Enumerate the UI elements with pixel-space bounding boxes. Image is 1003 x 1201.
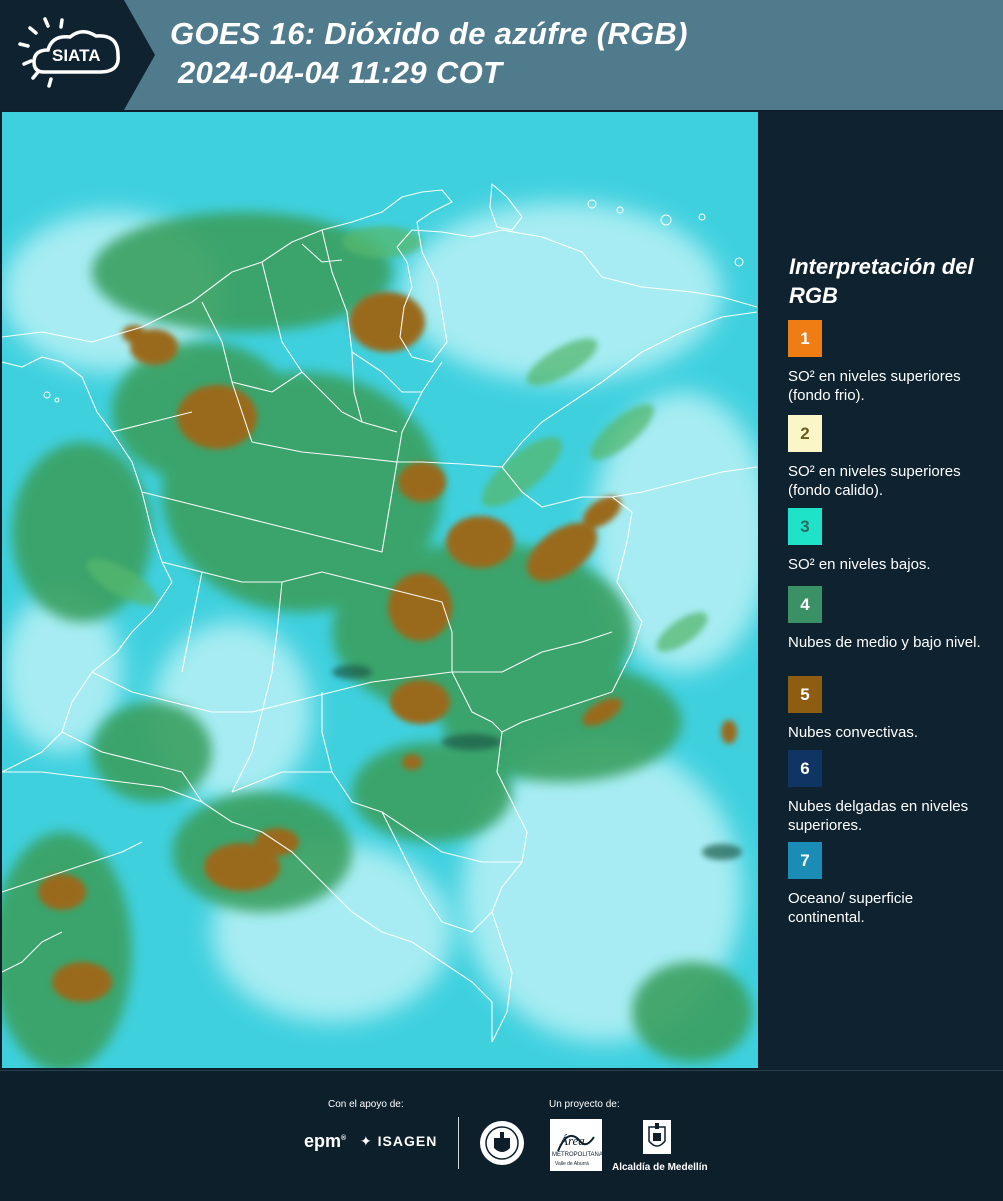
medellin-seal-logo	[478, 1118, 526, 1173]
legend-swatch-5: 5	[788, 676, 822, 713]
legend-number-7: 7	[800, 850, 810, 870]
legend-item-2: 2 SO² en niveles superiores (fondo calid…	[788, 415, 993, 500]
legend-panel: Interpretación del RGB 1 SO² en niveles …	[760, 112, 1003, 1070]
legend-item-7: 7 Oceano/ superficie continental.	[788, 842, 993, 927]
legend-swatch-3: 3	[788, 508, 822, 545]
legend-number-2: 2	[800, 423, 810, 443]
legend-text-7: Oceano/ superficie continental.	[788, 890, 914, 926]
satellite-map[interactable]	[2, 112, 758, 1068]
alcaldia-crest-icon	[643, 1120, 671, 1154]
isagen-logo-text: ISAGEN	[377, 1133, 438, 1149]
epm-logo: epm®	[304, 1131, 347, 1151]
legend-number-6: 6	[800, 758, 810, 778]
timestamp: 2024-04-04 11:29 COT	[178, 55, 503, 90]
legend-number-3: 3	[800, 516, 810, 536]
legend-item-3: 3 SO² en niveles bajos.	[788, 508, 993, 593]
legend-number-5: 5	[800, 684, 810, 704]
legend-swatch-1: 1	[788, 320, 822, 357]
satellite-map-image	[2, 112, 758, 1068]
footer-bar: Con el apoyo de: Un proyecto de: epm® ✦ …	[0, 1070, 1003, 1201]
legend-swatch-6: 6	[788, 750, 822, 787]
epm-logo-text: epm	[304, 1131, 342, 1151]
legend-text-4: Nubes de medio y bajo nivel.	[788, 634, 981, 651]
isagen-star-icon: ✦	[360, 1133, 373, 1149]
legend-number-4: 4	[800, 594, 810, 614]
area-sub: METROPOLITANA	[552, 1152, 603, 1158]
footer-divider	[458, 1117, 459, 1169]
page-title: GOES 16: Dióxido de azúfre (RGB)	[170, 16, 688, 51]
support-label: Con el apoyo de:	[328, 1099, 404, 1110]
legend-swatch-7: 7	[788, 842, 822, 879]
legend-text-2: SO² en niveles superiores (fondo calido)…	[788, 463, 961, 499]
area-metropolitana-logo: Área METROPOLITANA Valle de Aburrá	[550, 1119, 603, 1176]
project-label: Un proyecto de:	[549, 1099, 620, 1110]
legend-swatch-2: 2	[788, 415, 822, 452]
alcaldia-text: Alcaldía de Medellín	[612, 1162, 708, 1173]
legend-number-1: 1	[800, 328, 810, 348]
isagen-logo: ✦ ISAGEN	[360, 1133, 437, 1150]
legend-item-1: 1 SO² en niveles superiores (fondo frio)…	[788, 320, 993, 405]
siata-logo-text: SIATA	[52, 46, 101, 65]
legend-item-6: 6 Nubes delgadas en niveles superiores.	[788, 750, 993, 835]
header-bar: SIATA GOES 16: Dióxido de azúfre (RGB) 2…	[0, 0, 1003, 110]
area-name: Área	[560, 1133, 585, 1148]
legend-text-1: SO² en niveles superiores (fondo frio).	[788, 368, 961, 404]
legend-item-5: 5 Nubes convectivas.	[788, 676, 993, 761]
siata-logo: SIATA	[0, 0, 155, 110]
legend-swatch-4: 4	[788, 586, 822, 623]
alcaldia-logo: Alcaldía de Medellín	[612, 1119, 708, 1173]
legend-item-4: 4 Nubes de medio y bajo nivel.	[788, 586, 993, 671]
legend-text-6: Nubes delgadas en niveles superiores.	[788, 798, 969, 834]
legend-title: Interpretación del RGB	[789, 254, 974, 308]
area-sub2: Valle de Aburrá	[555, 1161, 589, 1167]
